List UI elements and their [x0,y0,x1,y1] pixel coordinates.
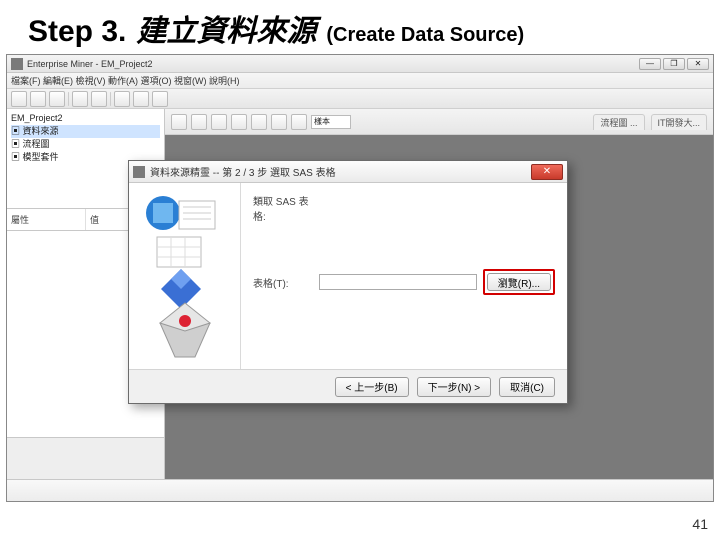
toolbar-button[interactable] [152,91,168,107]
minimize-button[interactable]: — [639,58,661,70]
toolbar-button[interactable] [11,91,27,107]
step-number: Step 3. [28,15,126,49]
canvas-button[interactable] [231,114,247,130]
browse-highlight: 瀏覽(R)... [483,269,555,295]
step-title-cjk: 建立資料來源 [136,6,316,50]
toolbar-button[interactable] [72,91,88,107]
canvas-tab[interactable]: IT開發大... [651,114,708,130]
description-panel [7,437,164,479]
app-title: Enterprise Miner - EM_Project2 [27,59,639,69]
wizard-body: 類取 SAS 表格: 表格(T): 瀏覽(R)... [129,183,567,369]
form-row-table: 表格(T): 瀏覽(R)... [253,269,555,295]
toolbar-separator [110,92,111,106]
app-titlebar: Enterprise Miner - EM_Project2 — ❐ ✕ [7,55,713,73]
canvas-button[interactable] [211,114,227,130]
form-row-library: 類取 SAS 表格: [253,193,555,223]
toolbar-button[interactable] [91,91,107,107]
back-button[interactable]: < 上一步(B) [335,377,409,397]
wizard-graphic-svg [135,191,235,361]
toolbar [7,89,713,109]
slide-title: Step 3. 建立資料來源 (Create Data Source) [0,0,720,50]
table-label: 表格(T): [253,275,313,290]
canvas-tab[interactable]: 流程圖 ... [593,114,644,130]
wizard-close-button[interactable]: ✕ [531,164,563,180]
wizard-title-text: 資料來源精靈 -- 第 2 / 3 步 選取 SAS 表格 [150,164,531,179]
app-icon [11,58,23,70]
tree-node[interactable]: ▣ 資料來源 [11,125,160,138]
wizard-icon [133,166,145,178]
toolbar-button[interactable] [133,91,149,107]
step-title-en: (Create Data Source) [326,24,524,47]
canvas-tabs: 流程圖 ... IT開發大... [593,114,707,130]
close-button[interactable]: ✕ [687,58,709,70]
canvas-toolbar: 樣本 流程圖 ... IT開發大... [165,109,713,135]
window-controls: — ❐ ✕ [639,58,709,70]
table-input[interactable] [319,274,477,290]
browse-button[interactable]: 瀏覽(R)... [487,273,551,291]
canvas-button[interactable] [271,114,287,130]
wizard-footer: < 上一步(B) 下一步(N) > 取消(C) [129,369,567,403]
toolbar-separator [68,92,69,106]
status-bar [7,479,713,501]
cancel-button[interactable]: 取消(C) [499,377,555,397]
wizard-graphic [129,183,241,369]
menu-bar[interactable]: 檔案(F) 編輯(E) 檢視(V) 動作(A) 選項(O) 視窗(W) 說明(H… [7,73,713,89]
canvas-button[interactable] [251,114,267,130]
tree-node[interactable]: EM_Project2 [11,112,160,125]
slide-page-number: 41 [692,516,708,532]
wizard-titlebar: 資料來源精靈 -- 第 2 / 3 步 選取 SAS 表格 ✕ [129,161,567,183]
library-label: 類取 SAS 表格: [253,193,313,223]
tree-node[interactable]: ▣ 流程圖 [11,138,160,151]
toolbar-button[interactable] [114,91,130,107]
maximize-button[interactable]: ❐ [663,58,685,70]
toolbar-button[interactable] [30,91,46,107]
canvas-button[interactable] [291,114,307,130]
next-button[interactable]: 下一步(N) > [417,377,492,397]
canvas-button[interactable] [171,114,187,130]
canvas-button[interactable] [191,114,207,130]
properties-col-name: 屬性 [7,209,85,230]
canvas-selector[interactable]: 樣本 [311,115,351,129]
data-source-wizard: 資料來源精靈 -- 第 2 / 3 步 選取 SAS 表格 ✕ [128,160,568,404]
wizard-form: 類取 SAS 表格: 表格(T): 瀏覽(R)... [241,183,567,369]
toolbar-button[interactable] [49,91,65,107]
